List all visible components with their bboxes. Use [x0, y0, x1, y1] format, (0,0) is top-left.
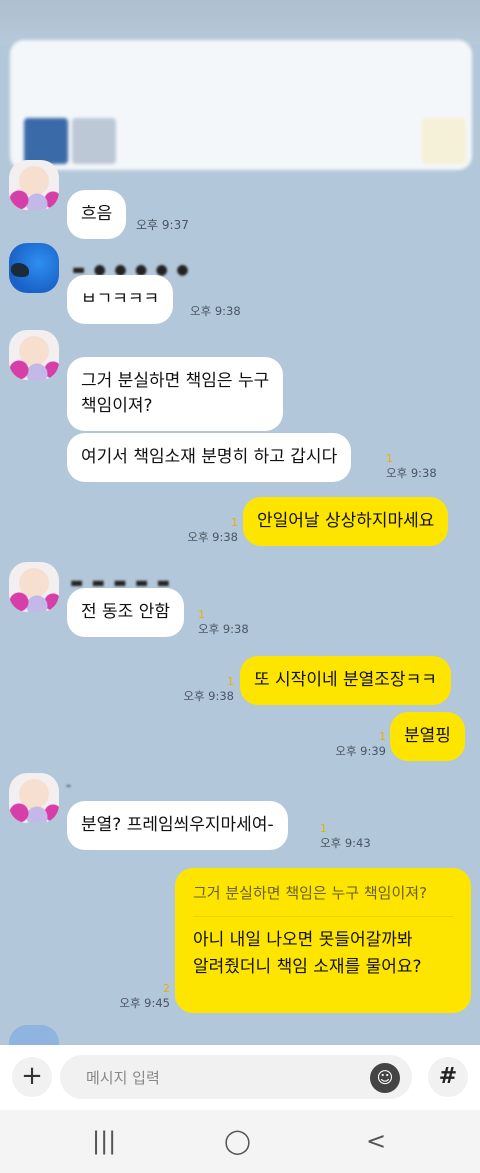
message-bubble[interactable]: 여기서 책임소재 분명히 하고 갑시다: [67, 433, 352, 482]
system-nav-bar: ||| ◯ <: [0, 1110, 480, 1173]
back-button[interactable]: <: [366, 1126, 386, 1156]
sender-name: -: [66, 778, 74, 794]
message-input[interactable]: 메시지 입력 ☺: [60, 1055, 412, 1099]
message-bubble[interactable]: 분열핑: [390, 712, 465, 761]
message-bubble[interactable]: 분열? 프레임씌우지마세여-: [67, 801, 288, 850]
avatar[interactable]: [9, 330, 59, 380]
notice-thumbnail: [422, 118, 466, 164]
notice-thumbnail: [24, 118, 68, 164]
message-time: 오후 9:38: [187, 530, 238, 544]
message-time: 오후 9:38: [183, 689, 234, 703]
avatar[interactable]: [9, 1025, 59, 1045]
unread-count: 1: [198, 608, 205, 621]
message-bubble[interactable]: 또 시작이네 분열조장ㅋㅋ: [240, 656, 451, 705]
quoted-message[interactable]: 그거 분실하면 책임은 누구 책임이져?: [193, 882, 453, 917]
unread-count: 1: [379, 730, 386, 743]
message-time: 오후 9:38: [190, 304, 241, 318]
message-meta: 1 오후 9:38: [178, 675, 234, 703]
message-time: 오후 9:38: [386, 466, 437, 480]
message-bubble[interactable]: 흐음: [67, 190, 127, 239]
add-attachment-button[interactable]: +: [12, 1057, 52, 1097]
unread-count: 1: [320, 822, 327, 835]
message-meta: 1 오후 9:39: [330, 730, 386, 758]
reply-message-bubble[interactable]: 그거 분실하면 책임은 누구 책임이져? 아니 내일 나오면 못들어갈까봐 알려…: [175, 868, 471, 1013]
avatar[interactable]: [9, 243, 59, 293]
avatar[interactable]: [9, 773, 59, 823]
message-bubble[interactable]: 안일어날 상상하지마세요: [243, 497, 449, 546]
unread-count: 2: [163, 982, 170, 995]
chat-screen: 흐음 오후 9:37 ▬ ● ● ● ● ● ㅂㄱㅋㅋㅋ 오후 9:38 그거 …: [0, 0, 480, 1173]
message-bubble[interactable]: 그거 분실하면 책임은 누구 책임이져?: [67, 357, 284, 431]
home-button[interactable]: ◯: [224, 1126, 251, 1156]
message-time: 오후 9:39: [335, 744, 386, 758]
message-time: 오후 9:37: [136, 218, 189, 232]
unread-count: 1: [227, 675, 234, 688]
message-time: 오후 9:45: [119, 996, 170, 1010]
message-bubble[interactable]: 전 동조 안함: [67, 588, 185, 637]
message-meta: 1 오후 9:43: [320, 822, 371, 850]
message-meta: 1 오후 9:38: [182, 516, 238, 544]
message-meta: 2 오후 9:45: [108, 982, 170, 1010]
message-input-placeholder: 메시지 입력: [86, 1069, 160, 1087]
message-bubble[interactable]: ㅂㄱㅋㅋㅋ: [67, 275, 174, 324]
avatar[interactable]: [9, 160, 59, 210]
recents-button[interactable]: |||: [92, 1126, 116, 1156]
chat-header: [0, 0, 480, 45]
hashtag-search-button[interactable]: #: [428, 1057, 468, 1097]
message-time: 오후 9:43: [320, 836, 371, 850]
pinned-notice[interactable]: [10, 40, 472, 170]
message-time: 오후 9:38: [198, 622, 249, 636]
message-meta: 1 오후 9:38: [198, 608, 249, 636]
unread-count: 1: [386, 452, 393, 465]
avatar[interactable]: [9, 562, 59, 612]
unread-count: 1: [231, 516, 238, 529]
message-meta: 1 오후 9:38: [386, 452, 437, 480]
message-input-bar: + 메시지 입력 ☺ #: [0, 1045, 480, 1110]
notice-thumbnail: [72, 118, 116, 164]
emoji-icon[interactable]: ☺: [370, 1063, 400, 1093]
reply-text: 아니 내일 나오면 못들어갈까봐 알려줬더니 책임 소재를 물어요?: [193, 930, 422, 977]
